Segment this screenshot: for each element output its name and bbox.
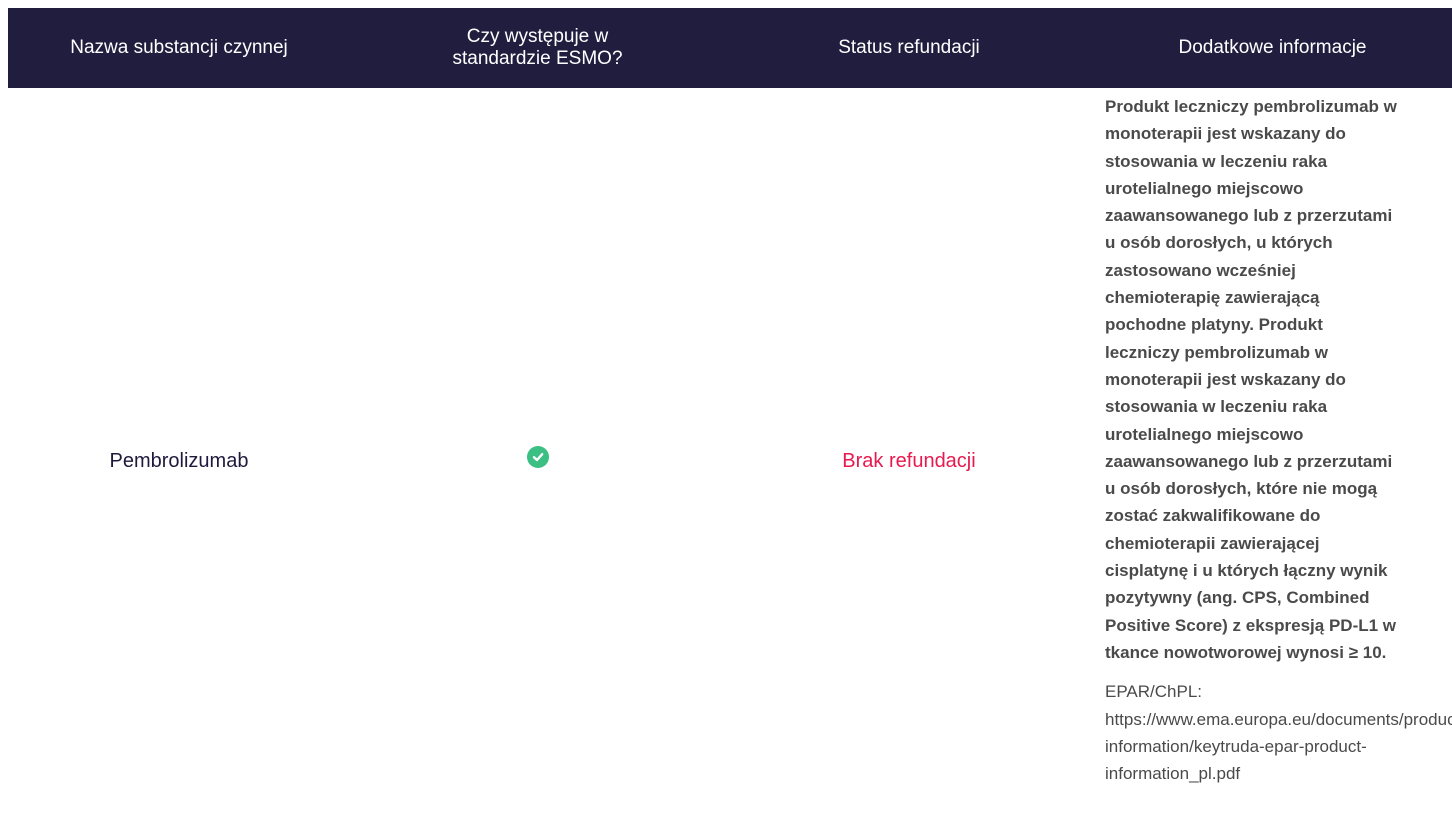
- header-refund-status: Status refundacji: [838, 37, 980, 58]
- table-row: Pembrolizumab Brak refundacji Produkt le…: [8, 88, 1452, 830]
- header-additional-info: Dodatkowe informacje: [1178, 37, 1367, 58]
- refund-status-badge: Brak refundacji: [842, 450, 976, 472]
- check-circle-icon: [526, 446, 549, 468]
- additional-info-text: Produkt leczniczy pembrolizumab w monote…: [1105, 97, 1397, 662]
- cell-refund-status: Brak refundacji: [725, 88, 1093, 830]
- epar-link[interactable]: EPAR/ChPL: https://www.ema.europa.eu/doc…: [1105, 678, 1452, 787]
- cell-esmo-standard: [350, 88, 725, 830]
- substance-name: Pembrolizumab: [109, 450, 249, 472]
- drug-table: Nazwa substancji czynnej Czy występuje w…: [0, 0, 1452, 830]
- header-esmo-standard: Czy występuje w standardzie ESMO?: [452, 26, 623, 69]
- cell-substance-name: Pembrolizumab: [8, 88, 350, 830]
- header-substance-name: Nazwa substancji czynnej: [70, 37, 288, 58]
- table-header: Nazwa substancji czynnej Czy występuje w…: [8, 8, 1452, 88]
- cell-additional-info: Produkt leczniczy pembrolizumab w monote…: [1093, 88, 1452, 830]
